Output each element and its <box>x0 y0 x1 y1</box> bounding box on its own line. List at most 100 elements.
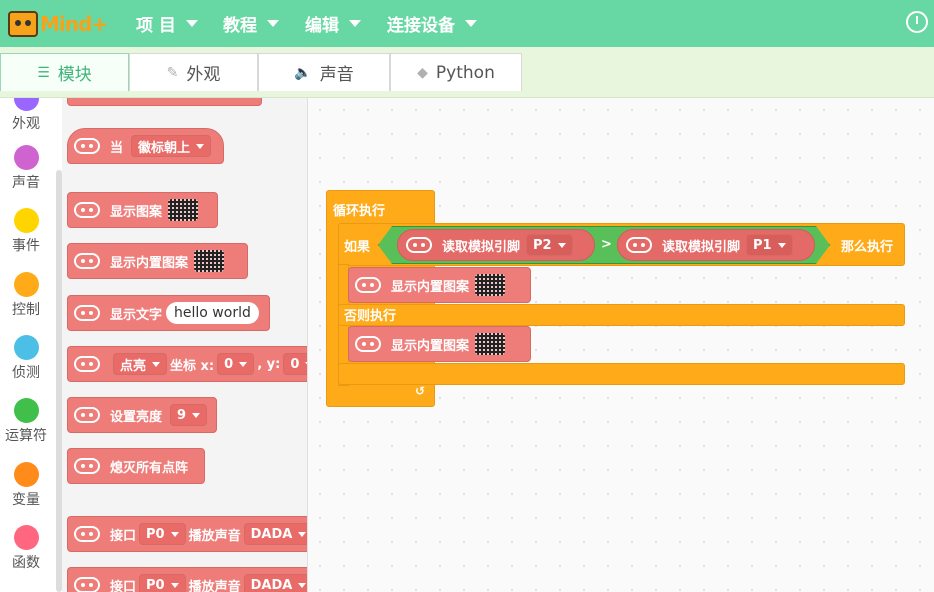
category-operators[interactable]: 运算符 <box>0 398 52 445</box>
microbit-icon <box>355 336 381 352</box>
category-dot-icon <box>13 462 39 487</box>
python-icon: ◆ <box>417 64 428 81</box>
logo-text: Mind+ <box>40 12 108 36</box>
block-palette: 当 徽标朝上 显示图案 显示内置图案 显示文字 hello world 点亮 坐… <box>62 98 308 592</box>
category-sound[interactable]: 声音 <box>0 145 52 192</box>
blocks-icon: ☰ <box>37 64 50 81</box>
show-image-block[interactable]: 显示图案 <box>67 192 218 228</box>
microbit-icon <box>74 458 100 474</box>
block-label: 显示内置图案 <box>391 338 470 354</box>
tab-label: 模块 <box>57 65 92 85</box>
microbit-icon <box>74 526 100 542</box>
menu-edit[interactable]: 编辑 <box>305 0 361 47</box>
microbit-icon <box>626 237 652 253</box>
builtin-image-picker[interactable] <box>475 333 506 355</box>
x-coordinate-dropdown[interactable]: 0 <box>217 353 255 375</box>
orientation-dropdown[interactable]: 徽标朝上 <box>131 135 212 157</box>
category-variables[interactable]: 变量 <box>0 462 52 509</box>
category-dot-icon <box>13 335 39 360</box>
led-matrix-picker[interactable] <box>168 199 199 221</box>
category-functions[interactable]: 函数 <box>0 525 52 572</box>
block-label: 显示内置图案 <box>110 255 189 271</box>
y-coordinate-dropdown[interactable]: 0 <box>283 353 307 375</box>
block-label: 循环执行 <box>333 204 386 219</box>
plot-action-dropdown[interactable]: 点亮 <box>113 353 168 375</box>
app-logo[interactable]: Mind+ <box>8 6 113 42</box>
pin-dropdown[interactable]: P0 <box>139 523 186 545</box>
play-sound-block[interactable]: 接口 P0 播放声音 DADA <box>67 516 307 552</box>
category-dot-icon <box>13 272 39 297</box>
category-sensing[interactable]: 侦测 <box>0 335 52 382</box>
show-builtin-image-block-then[interactable]: 显示内置图案 <box>348 267 531 303</box>
category-label: 控制 <box>12 302 40 318</box>
block-label: 那么执行 <box>841 240 894 255</box>
brightness-dropdown[interactable]: 9 <box>170 404 208 426</box>
menu-connect-device[interactable]: 连接设备 <box>387 0 477 47</box>
loop-arrow-icon: ↺ <box>415 384 426 398</box>
microbit-icon <box>74 356 100 372</box>
category-control[interactable]: 控制 <box>0 272 52 319</box>
tab-blocks[interactable]: ☰ 模块 <box>0 53 129 91</box>
read-analog-pin-block-a[interactable]: 读取模拟引脚 P2 <box>397 229 595 261</box>
microbit-icon <box>355 277 381 293</box>
block-label: 读取模拟引脚 <box>442 239 521 255</box>
history-icon[interactable] <box>906 11 928 33</box>
editor-tab-bar: ☰ 模块 ✎ 外观 🔈 声音 ◆ Python <box>0 47 934 98</box>
menu-project[interactable]: 项 目 <box>136 0 198 47</box>
category-list: 外观 声音 事件 控制 侦测 运算符 变量 函数 <box>0 98 52 592</box>
category-label: 变量 <box>12 492 40 508</box>
script-workspace[interactable]: 循环执行 ↺ 如果 那么执行 否则执行 读取模拟引脚 P2 > 读取模拟引脚 P… <box>308 98 934 592</box>
robot-logo-icon <box>8 11 38 37</box>
plot-xy-block[interactable]: 点亮 坐标 x: 0 , y: 0 <box>67 346 307 382</box>
menu-label: 连接设备 <box>387 16 455 36</box>
menu-label: 教程 <box>223 16 257 36</box>
menu-tutorial[interactable]: 教程 <box>223 0 279 47</box>
microbit-icon <box>74 305 100 321</box>
category-dot-icon <box>13 525 39 550</box>
speaker-icon: 🔈 <box>294 64 312 81</box>
tab-label: 外观 <box>186 65 221 85</box>
category-looks[interactable]: 外观 <box>0 98 52 133</box>
pin-dropdown[interactable]: P2 <box>526 234 573 256</box>
chevron-down-icon <box>465 20 477 27</box>
sound-dropdown[interactable]: DADA <box>243 574 307 592</box>
text-input[interactable]: hello world <box>166 302 259 324</box>
show-builtin-image-block-else[interactable]: 显示内置图案 <box>348 326 531 362</box>
block-label: 设置亮度 <box>110 409 163 425</box>
top-menu-bar: Mind+ 项 目 教程 编辑 连接设备 <box>0 0 934 47</box>
pin-dropdown[interactable]: P1 <box>746 234 793 256</box>
when-orientation-block[interactable]: 当 徽标朝上 <box>67 128 224 164</box>
block-label: 显示图案 <box>110 204 163 220</box>
else-row[interactable]: 否则执行 <box>338 304 905 326</box>
set-brightness-block[interactable]: 设置亮度 9 <box>67 397 217 433</box>
tab-sound[interactable]: 🔈 声音 <box>258 53 390 91</box>
tab-looks[interactable]: ✎ 外观 <box>129 53 258 91</box>
if-else-footer <box>338 363 905 385</box>
microbit-icon <box>74 202 100 218</box>
builtin-image-picker[interactable] <box>475 274 506 296</box>
show-builtin-image-block[interactable]: 显示内置图案 <box>67 243 248 279</box>
builtin-image-picker[interactable] <box>194 250 225 272</box>
microbit-icon <box>74 253 100 269</box>
block-label: 熄灭所有点阵 <box>110 460 189 476</box>
menu-label: 编辑 <box>305 16 339 36</box>
category-label: 函数 <box>12 555 40 571</box>
clear-display-block[interactable]: 熄灭所有点阵 <box>67 448 205 484</box>
block-label: 读取模拟引脚 <box>662 239 741 255</box>
pin-dropdown[interactable]: P0 <box>139 574 186 592</box>
category-dot-icon <box>13 398 39 423</box>
microbit-icon <box>74 138 100 154</box>
show-text-block[interactable]: 显示文字 hello world <box>67 295 270 331</box>
category-events[interactable]: 事件 <box>0 208 52 255</box>
tab-python[interactable]: ◆ Python <box>390 53 522 91</box>
tab-label: 声音 <box>319 65 354 85</box>
palette-block-partial[interactable] <box>67 98 262 106</box>
sound-dropdown[interactable]: DADA <box>243 523 307 545</box>
menu-label: 项 目 <box>136 16 176 36</box>
block-label: , y: <box>257 356 281 372</box>
block-label: 当 <box>110 140 124 156</box>
play-sound-block-2[interactable]: 接口 P0 播放声音 DADA <box>67 567 307 592</box>
category-label: 声音 <box>12 175 40 191</box>
read-analog-pin-block-b[interactable]: 读取模拟引脚 P1 <box>617 229 815 261</box>
microbit-icon <box>74 577 100 592</box>
